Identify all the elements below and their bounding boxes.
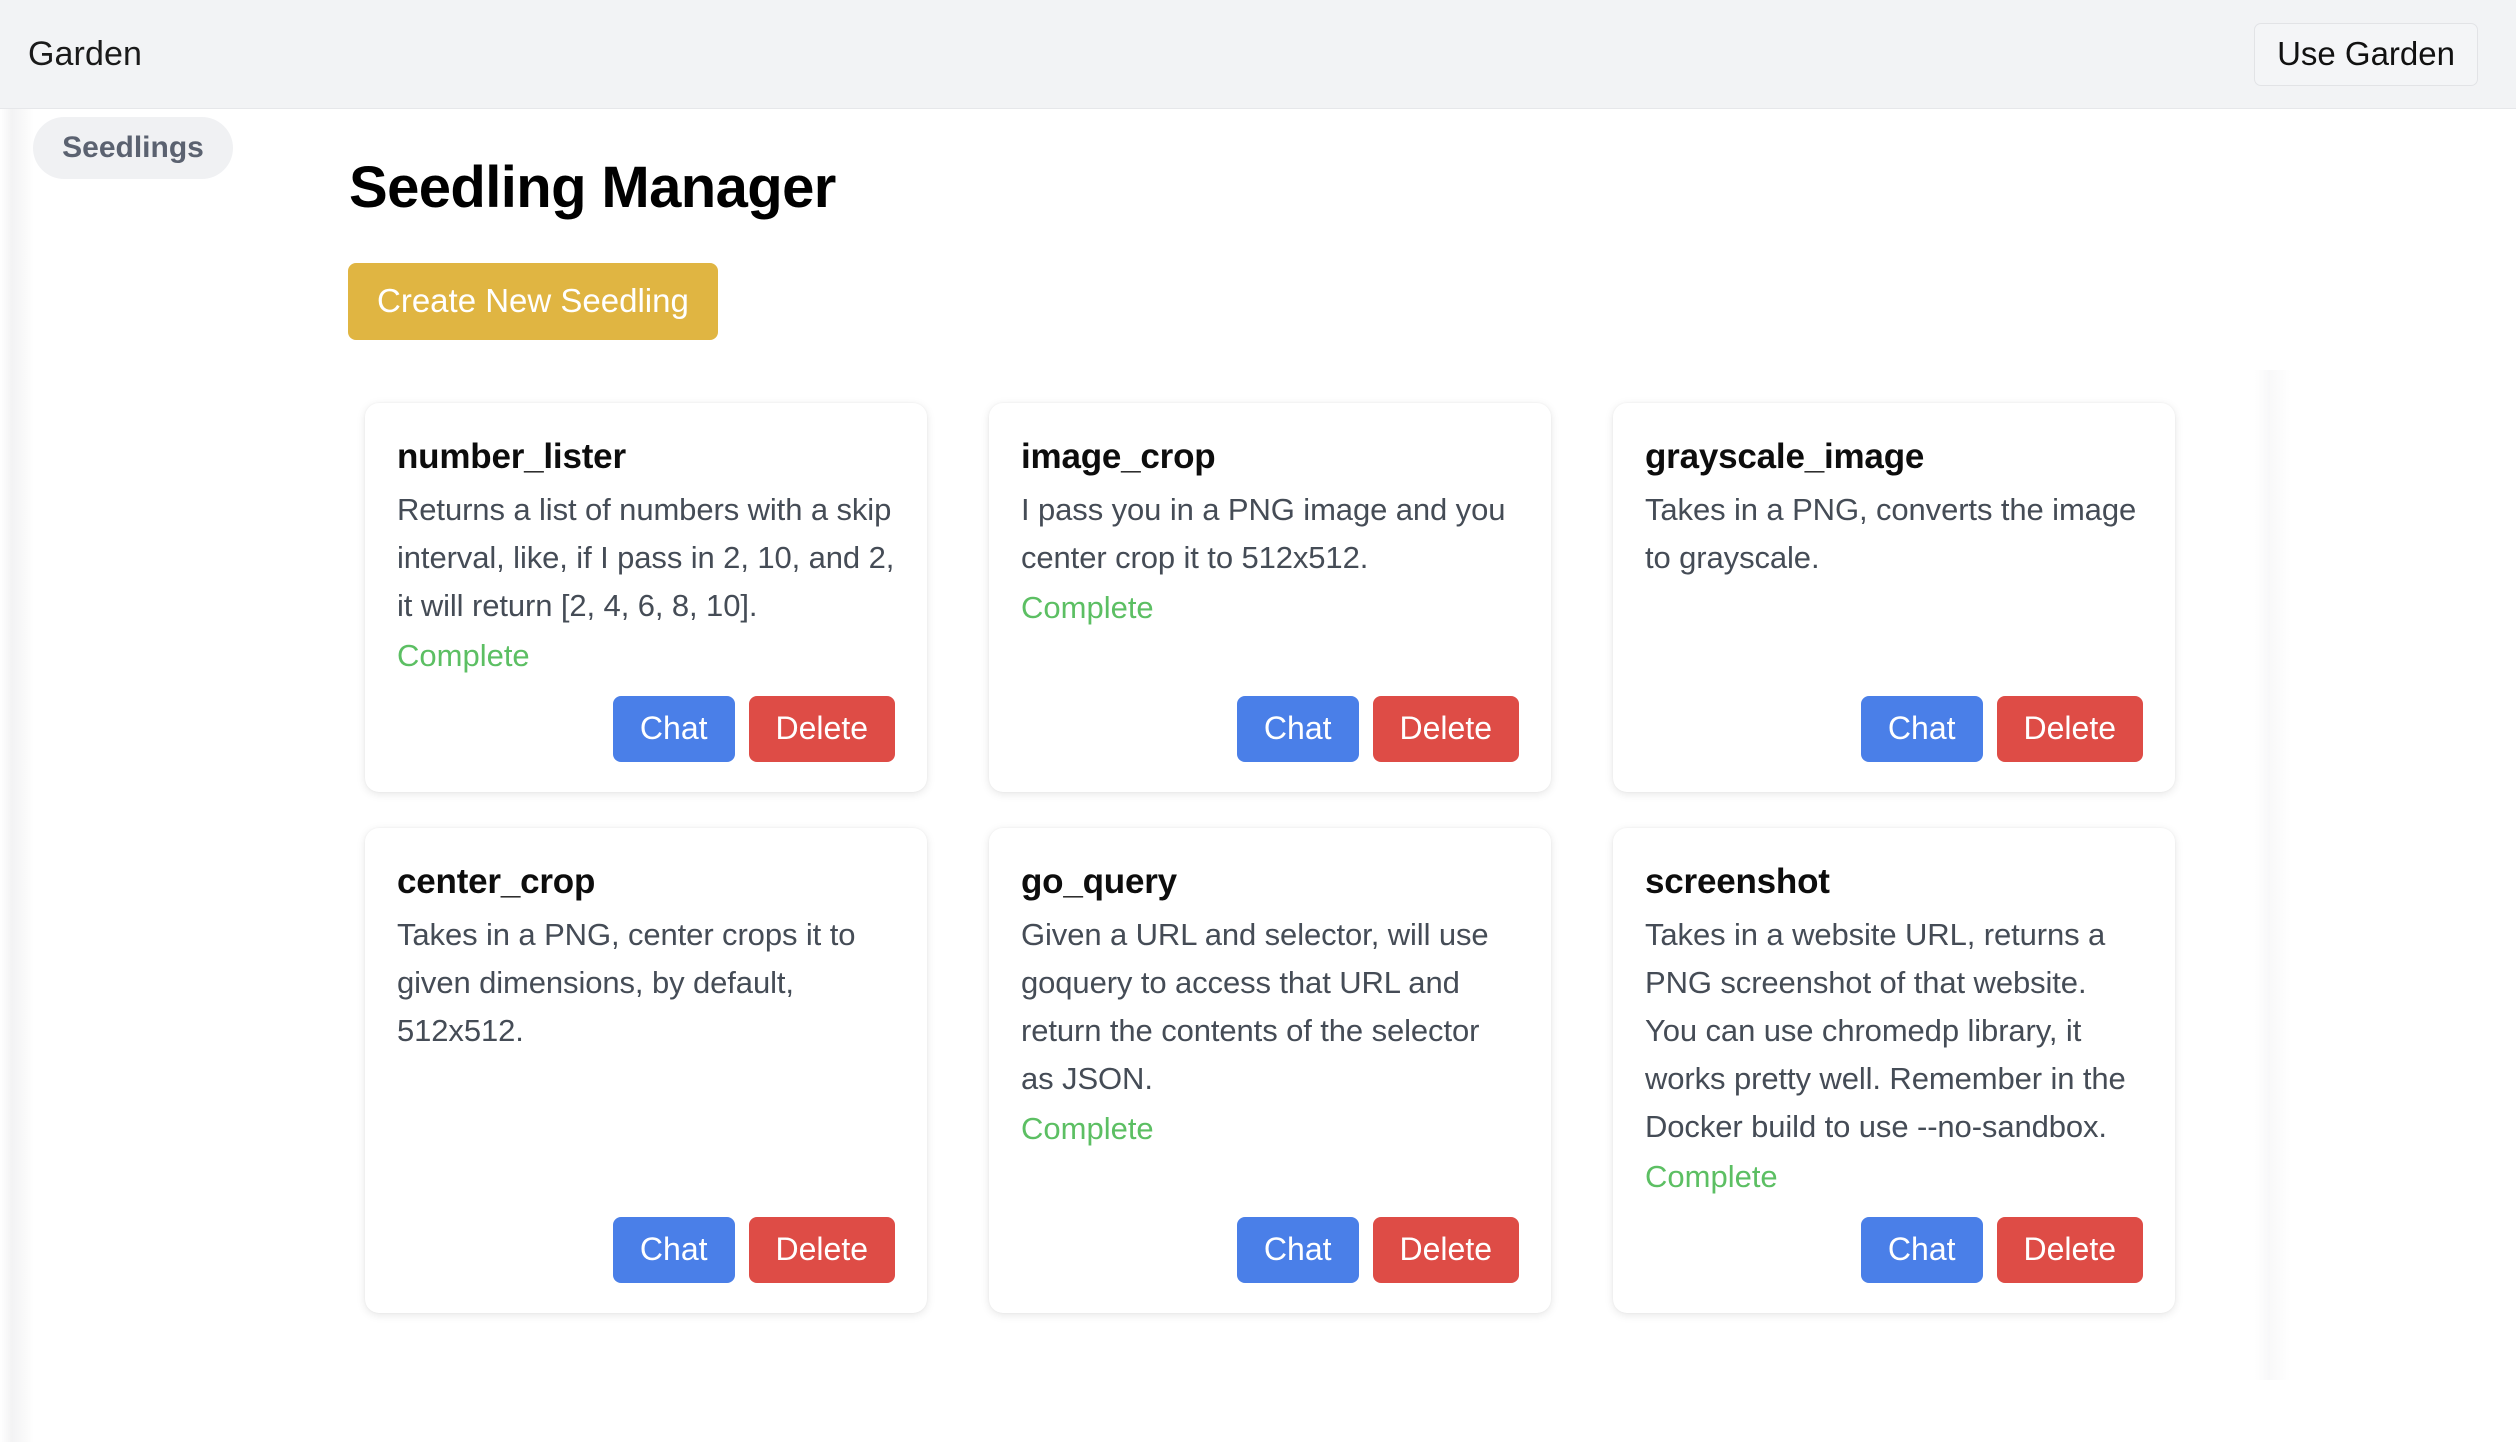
delete-button[interactable]: Delete [1372, 696, 1519, 762]
seedling-description: I pass you in a PNG image and you center… [1021, 492, 1506, 575]
seedling-card: number_lister Returns a list of numbers … [365, 403, 927, 792]
chat-button[interactable]: Chat [612, 696, 735, 762]
status-badge: Complete [1021, 590, 1154, 625]
main-content: Seedling Manager Create New Seedling num… [348, 109, 2516, 1313]
seedling-card: grayscale_image Takes in a PNG, converts… [1613, 403, 2175, 792]
card-spacer [1021, 1153, 1519, 1211]
chat-button[interactable]: Chat [1860, 696, 1983, 762]
chat-button[interactable]: Chat [1236, 1217, 1359, 1283]
top-app-bar: Garden Use Garden [0, 0, 2516, 109]
status-badge: Complete [397, 638, 530, 673]
seedling-card: screenshot Takes in a website URL, retur… [1613, 828, 2175, 1313]
status-badge: Complete [1021, 1111, 1154, 1146]
seedling-card: center_crop Takes in a PNG, center crops… [365, 828, 927, 1313]
chat-button[interactable]: Chat [1860, 1217, 1983, 1283]
seedling-name: number_lister [397, 437, 626, 476]
seedling-name: grayscale_image [1645, 437, 1925, 476]
seedling-card: go_query Given a URL and selector, will … [989, 828, 1551, 1313]
card-spacer [1021, 632, 1519, 690]
delete-button[interactable]: Delete [1996, 1217, 2143, 1283]
delete-button[interactable]: Delete [748, 1217, 895, 1283]
page-title: Seedling Manager [349, 155, 836, 220]
sidebar-item-label: Seedlings [62, 131, 204, 164]
seedling-description: Given a URL and selector, will use goque… [1021, 917, 1489, 1096]
card-spacer [1645, 582, 2143, 690]
seedling-description: Takes in a PNG, center crops it to given… [397, 917, 856, 1048]
left-drawer-shadow [0, 109, 34, 1442]
seedling-name: go_query [1021, 862, 1177, 901]
card-actions: Chat Delete [1645, 1217, 2143, 1283]
seedling-description: Takes in a website URL, returns a PNG sc… [1645, 917, 2126, 1144]
card-spacer [397, 680, 895, 690]
app-brand-title: Garden [28, 34, 143, 73]
seedling-name: screenshot [1645, 862, 1830, 901]
card-actions: Chat Delete [397, 696, 895, 762]
seedling-name: image_crop [1021, 437, 1216, 476]
delete-button[interactable]: Delete [1372, 1217, 1519, 1283]
delete-button[interactable]: Delete [748, 696, 895, 762]
card-actions: Chat Delete [1021, 696, 1519, 762]
card-actions: Chat Delete [1645, 696, 2143, 762]
delete-button[interactable]: Delete [1996, 696, 2143, 762]
seedling-name: center_crop [397, 862, 596, 901]
card-spacer [1645, 1201, 2143, 1211]
card-actions: Chat Delete [1021, 1217, 1519, 1283]
use-garden-button[interactable]: Use Garden [2254, 22, 2478, 86]
card-spacer [397, 1055, 895, 1211]
chat-button[interactable]: Chat [612, 1217, 735, 1283]
chat-button[interactable]: Chat [1236, 696, 1359, 762]
sidebar-item-seedlings[interactable]: Seedlings [33, 117, 233, 179]
card-actions: Chat Delete [397, 1217, 895, 1283]
create-new-seedling-button[interactable]: Create New Seedling [348, 263, 718, 340]
seedling-card-grid: number_lister Returns a list of numbers … [365, 403, 2175, 1313]
seedling-card: image_crop I pass you in a PNG image and… [989, 403, 1551, 792]
seedling-description: Returns a list of numbers with a skip in… [397, 492, 895, 623]
status-badge: Complete [1645, 1159, 1778, 1194]
seedling-description: Takes in a PNG, converts the image to gr… [1645, 492, 2137, 575]
